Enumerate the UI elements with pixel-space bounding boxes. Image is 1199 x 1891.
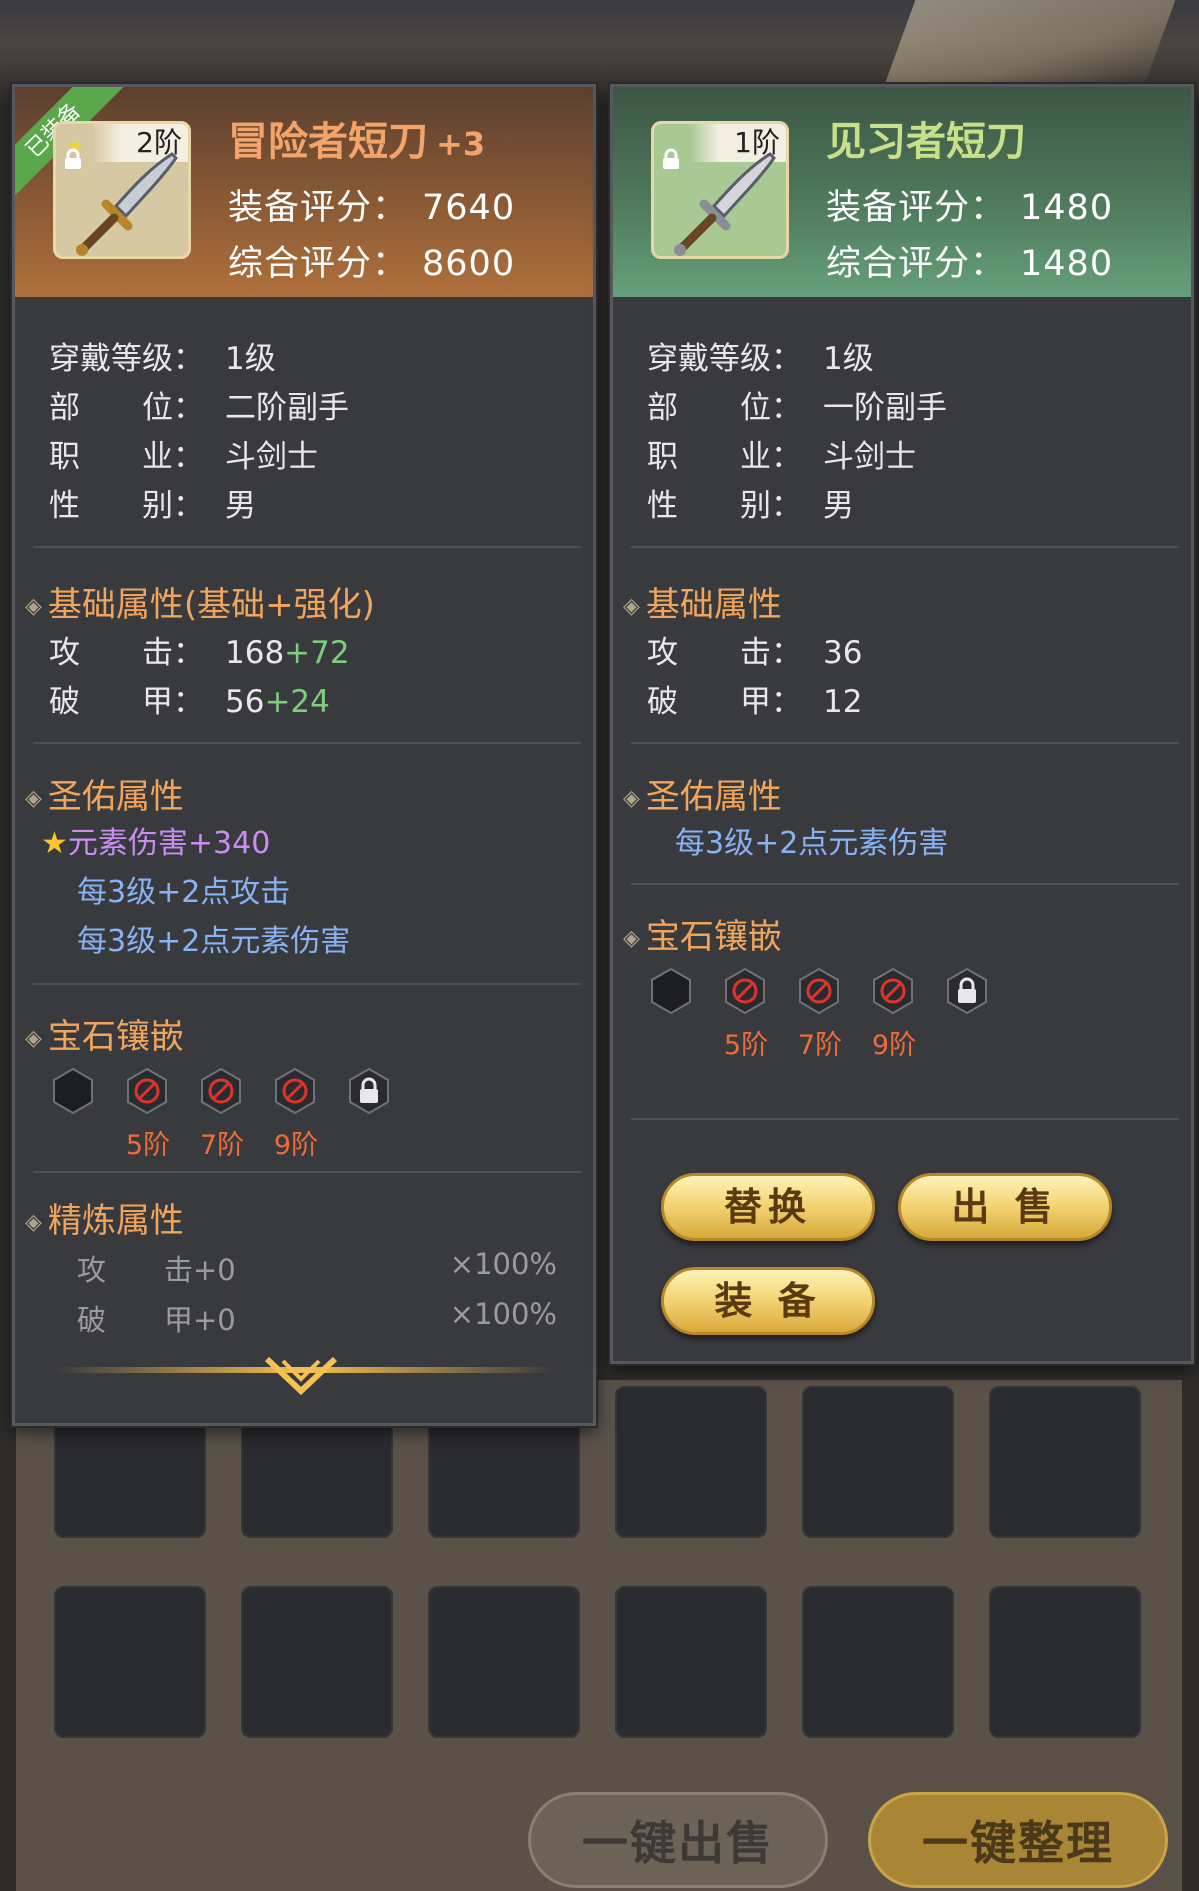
holy-attr-line: 每3级+2点攻击 xyxy=(77,875,291,910)
sell-all-button[interactable]: 一键出售 xyxy=(528,1792,828,1888)
gem-socket-empty[interactable] xyxy=(51,1067,95,1119)
gem-socket-padlock[interactable] xyxy=(347,1067,391,1119)
holy-attr-title: ◈ 圣佑属性 xyxy=(623,777,782,817)
refine-armor-break: 破 甲+0 ×100% xyxy=(77,1297,557,1337)
info-level: 穿戴等级： 1级 xyxy=(49,341,276,377)
chevron-down-icon[interactable] xyxy=(261,1353,341,1397)
gem-unlock-tier: 7阶 xyxy=(797,1030,843,1061)
forbidden-icon xyxy=(725,967,765,1015)
divider xyxy=(33,1171,581,1173)
gem-socket-empty[interactable] xyxy=(649,967,693,1019)
stat-attack: 攻 击： 36 xyxy=(647,635,863,671)
inventory-slot[interactable] xyxy=(615,1586,767,1738)
info-slot: 部 位： 一阶副手 xyxy=(647,390,947,426)
total-score: 综合评分： 1480 xyxy=(826,244,1114,284)
compare-item-panel: 1阶 见习者短刀 装备评分： 1480 综合评分： 1480 穿戴等级： 1级 部 位… xyxy=(610,84,1194,1364)
inventory-slot[interactable] xyxy=(989,1386,1141,1538)
refine-attack: 攻 击+0 ×100% xyxy=(77,1247,557,1287)
lock-icon xyxy=(663,148,679,169)
holy-attr-line: 每3级+2点元素伤害 xyxy=(675,826,949,861)
inventory-slot[interactable] xyxy=(241,1586,393,1738)
gem-unlock-tier: 9阶 xyxy=(871,1030,917,1061)
divider xyxy=(631,1118,1179,1120)
item-name: 冒险者短刀 +3 xyxy=(228,119,486,165)
padlock-icon xyxy=(947,967,987,1015)
replace-button[interactable]: 替换 xyxy=(661,1173,875,1241)
equip-score: 装备评分： 1480 xyxy=(826,188,1114,228)
forbidden-icon xyxy=(275,1067,315,1115)
hexagon-icon xyxy=(651,967,691,1015)
divider xyxy=(631,883,1179,885)
base-attr-title: ◈ 基础属性 xyxy=(623,585,782,625)
gem-sockets: 5阶 7阶 9阶 xyxy=(51,1067,391,1161)
forbidden-icon xyxy=(201,1067,241,1115)
divider xyxy=(33,983,581,985)
gem-socket-padlock[interactable] xyxy=(945,967,989,1019)
inventory-slot[interactable] xyxy=(802,1386,954,1538)
item-icon[interactable]: 1阶 xyxy=(651,121,789,259)
holy-attr-title: ◈ 圣佑属性 xyxy=(25,777,184,817)
stat-armor-break: 破 甲： 12 xyxy=(647,684,863,720)
item-icon[interactable]: ★ 2阶 xyxy=(53,121,191,259)
info-class: 职 业： 斗剑士 xyxy=(647,439,916,475)
gem-socket-locked[interactable]: 5阶 xyxy=(723,967,768,1061)
equip-button[interactable]: 装 备 xyxy=(661,1267,875,1335)
inventory-slot[interactable] xyxy=(802,1586,954,1738)
gem-sockets: 5阶 7阶 9阶 xyxy=(649,967,989,1061)
inventory-slot[interactable] xyxy=(428,1586,580,1738)
gem-title: ◈ 宝石镶嵌 xyxy=(623,917,782,957)
stat-armor-break: 破 甲： 56+24 xyxy=(49,684,330,720)
divider xyxy=(631,742,1179,744)
refine-attr-title: ◈ 精炼属性 xyxy=(25,1201,184,1241)
lock-icon xyxy=(65,148,81,169)
forbidden-icon xyxy=(127,1067,167,1115)
holy-attr-line: 每3级+2点元素伤害 xyxy=(77,924,351,959)
divider xyxy=(631,546,1179,548)
gem-unlock-tier: 5阶 xyxy=(723,1030,769,1061)
forbidden-icon xyxy=(799,967,839,1015)
info-slot: 部 位： 二阶副手 xyxy=(49,390,349,426)
enhance-level: +3 xyxy=(436,125,486,163)
gem-unlock-tier: 5阶 xyxy=(125,1130,171,1161)
base-attr-title: ◈ 基础属性(基础+强化) xyxy=(25,585,375,625)
hexagon-icon xyxy=(53,1067,93,1115)
gem-socket-locked[interactable]: 7阶 xyxy=(199,1067,244,1161)
equip-score: 装备评分： 7640 xyxy=(228,188,516,228)
divider xyxy=(33,546,581,548)
star-icon: ★ xyxy=(41,826,68,861)
holy-main-attr: ★元素伤害+340 xyxy=(41,826,271,861)
forbidden-icon xyxy=(873,967,913,1015)
stat-attack: 攻 击： 168+72 xyxy=(49,635,350,671)
gem-socket-locked[interactable]: 9阶 xyxy=(871,967,916,1061)
gem-socket-locked[interactable]: 9阶 xyxy=(273,1067,318,1161)
divider xyxy=(33,742,581,744)
inventory-slot[interactable] xyxy=(989,1586,1141,1738)
padlock-icon xyxy=(349,1067,389,1115)
info-class: 职 业： 斗剑士 xyxy=(49,439,318,475)
item-name: 见习者短刀 xyxy=(826,119,1026,165)
gem-socket-locked[interactable]: 7阶 xyxy=(797,967,842,1061)
info-level: 穿戴等级： 1级 xyxy=(647,341,874,377)
inventory-slot[interactable] xyxy=(54,1586,206,1738)
tidy-button[interactable]: 一键整理 xyxy=(868,1792,1168,1888)
gem-title: ◈ 宝石镶嵌 xyxy=(25,1017,184,1057)
gem-socket-locked[interactable]: 5阶 xyxy=(125,1067,170,1161)
gem-unlock-tier: 9阶 xyxy=(273,1130,319,1161)
inventory-slot[interactable] xyxy=(615,1386,767,1538)
total-score: 综合评分： 8600 xyxy=(228,244,516,284)
info-gender: 性 别：男 xyxy=(647,488,854,524)
sell-button[interactable]: 出 售 xyxy=(898,1173,1112,1241)
info-gender: 性 别：男 xyxy=(49,488,256,524)
equipped-item-panel: 已装备 ★ 2阶 冒险者短刀+3 装备评分：7640 综合评分：8600 穿戴等… xyxy=(12,84,596,1426)
gem-unlock-tier: 7阶 xyxy=(199,1130,245,1161)
